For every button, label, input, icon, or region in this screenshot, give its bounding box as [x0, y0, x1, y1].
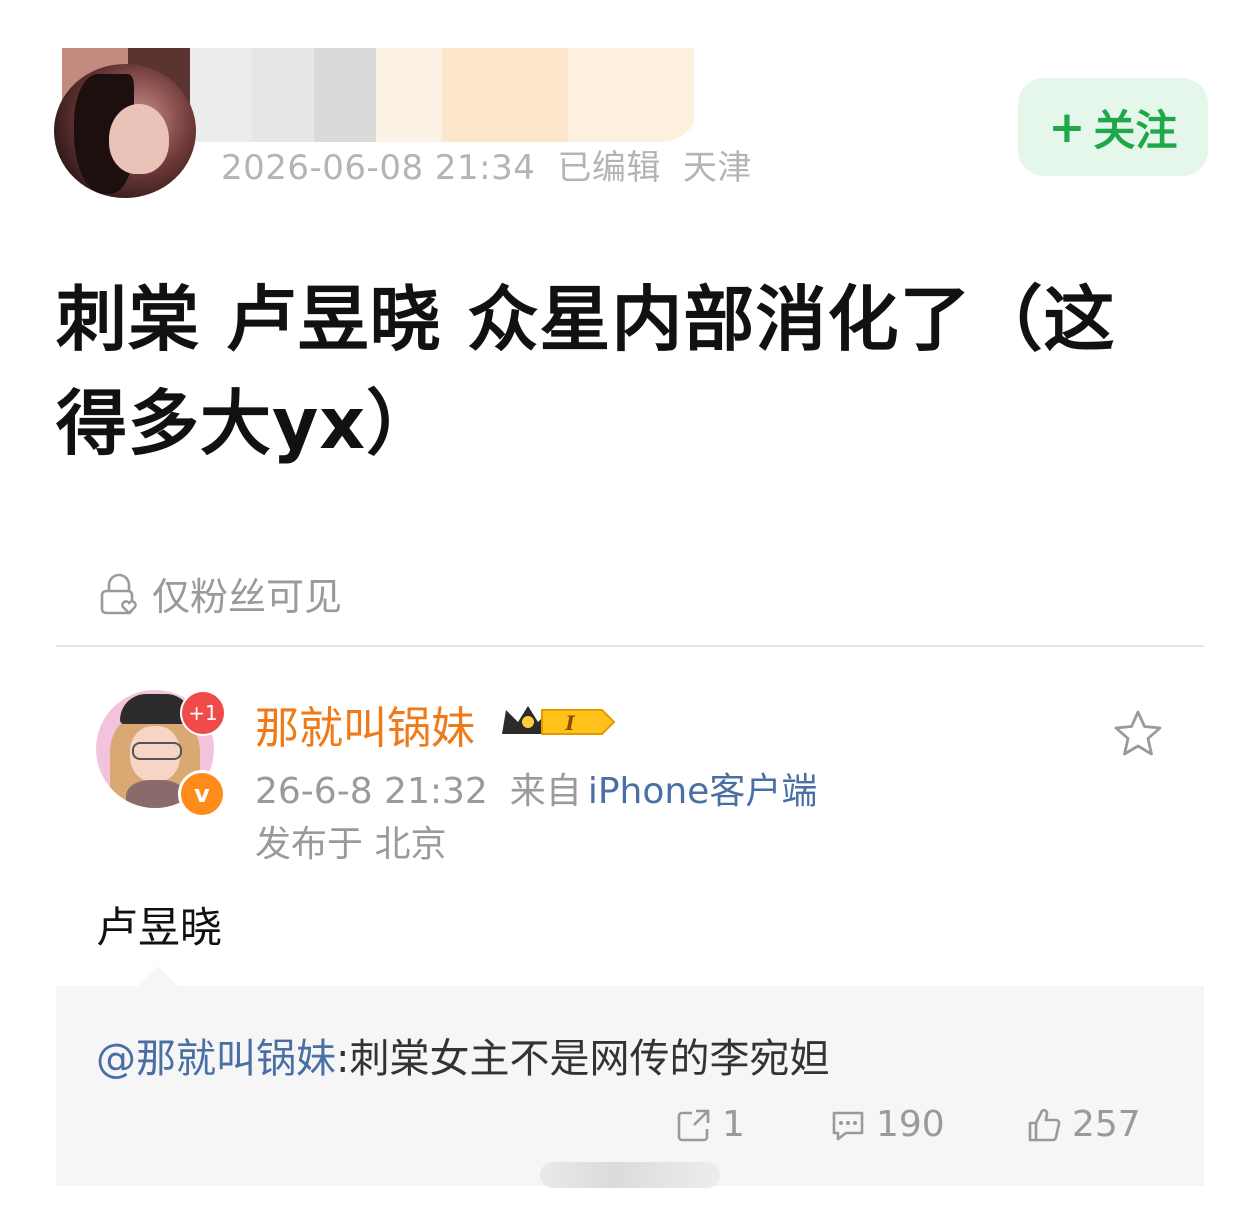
- repost-icon: [677, 1109, 710, 1141]
- quote-text: @那就叫锅妹:刺棠女主不是网传的李宛妲: [96, 1026, 829, 1084]
- quote-pointer: [136, 966, 180, 988]
- author-avatar[interactable]: [54, 64, 196, 198]
- quote-mention[interactable]: @那就叫锅妹: [96, 1036, 336, 1082]
- follow-button[interactable]: + 关注: [1018, 78, 1208, 176]
- visibility-indicator: 仅粉丝可见: [96, 566, 342, 621]
- comment-time: 26-6-8 21:32: [255, 771, 488, 812]
- notification-badge: +1: [180, 690, 226, 736]
- post-time: 2026-06-08 21:34: [221, 148, 536, 188]
- visibility-label: 仅粉丝可见: [152, 575, 343, 619]
- comment-text: 卢昱晓: [96, 903, 223, 952]
- post-text: 刺棠 卢昱晓 众星内部消化了（这得多大yx）: [56, 278, 1116, 465]
- divider: [56, 645, 1204, 647]
- comment-location: 发布于 北京: [255, 824, 447, 865]
- plus-icon: +: [1048, 101, 1086, 153]
- comment-button[interactable]: 190: [828, 1104, 945, 1145]
- post-edited-label: 已编辑: [557, 148, 661, 188]
- crown-level-icon: I: [502, 706, 616, 735]
- lock-heart-icon: [100, 573, 137, 615]
- verified-icon: v: [178, 770, 226, 818]
- blurred-footer: [540, 1162, 720, 1188]
- comment-icon: [832, 1111, 864, 1140]
- like-button[interactable]: 257: [1024, 1104, 1141, 1145]
- post-meta: 2026-06-08 21:34 已编辑 天津: [221, 140, 774, 189]
- comment-count: 190: [876, 1104, 945, 1145]
- comment-meta: 26-6-8 21:32 来自 iPhone客户端: [255, 762, 817, 814]
- repost-count: 1: [722, 1104, 745, 1145]
- quote-box: [56, 986, 1204, 1186]
- like-count: 257: [1072, 1104, 1141, 1145]
- post-location: 天津: [682, 148, 752, 188]
- comment-from-label: 来自: [509, 771, 582, 812]
- follow-label: 关注: [1093, 105, 1178, 155]
- svg-text:I: I: [564, 711, 575, 735]
- commenter-name[interactable]: 那就叫锅妹: [255, 692, 475, 756]
- repost-button[interactable]: 1: [674, 1104, 745, 1145]
- comment-client[interactable]: iPhone客户端: [588, 771, 818, 812]
- quote-body: :刺棠女主不是网传的李宛妲: [336, 1036, 830, 1082]
- star-icon[interactable]: [1110, 706, 1166, 762]
- like-icon: [1028, 1108, 1061, 1141]
